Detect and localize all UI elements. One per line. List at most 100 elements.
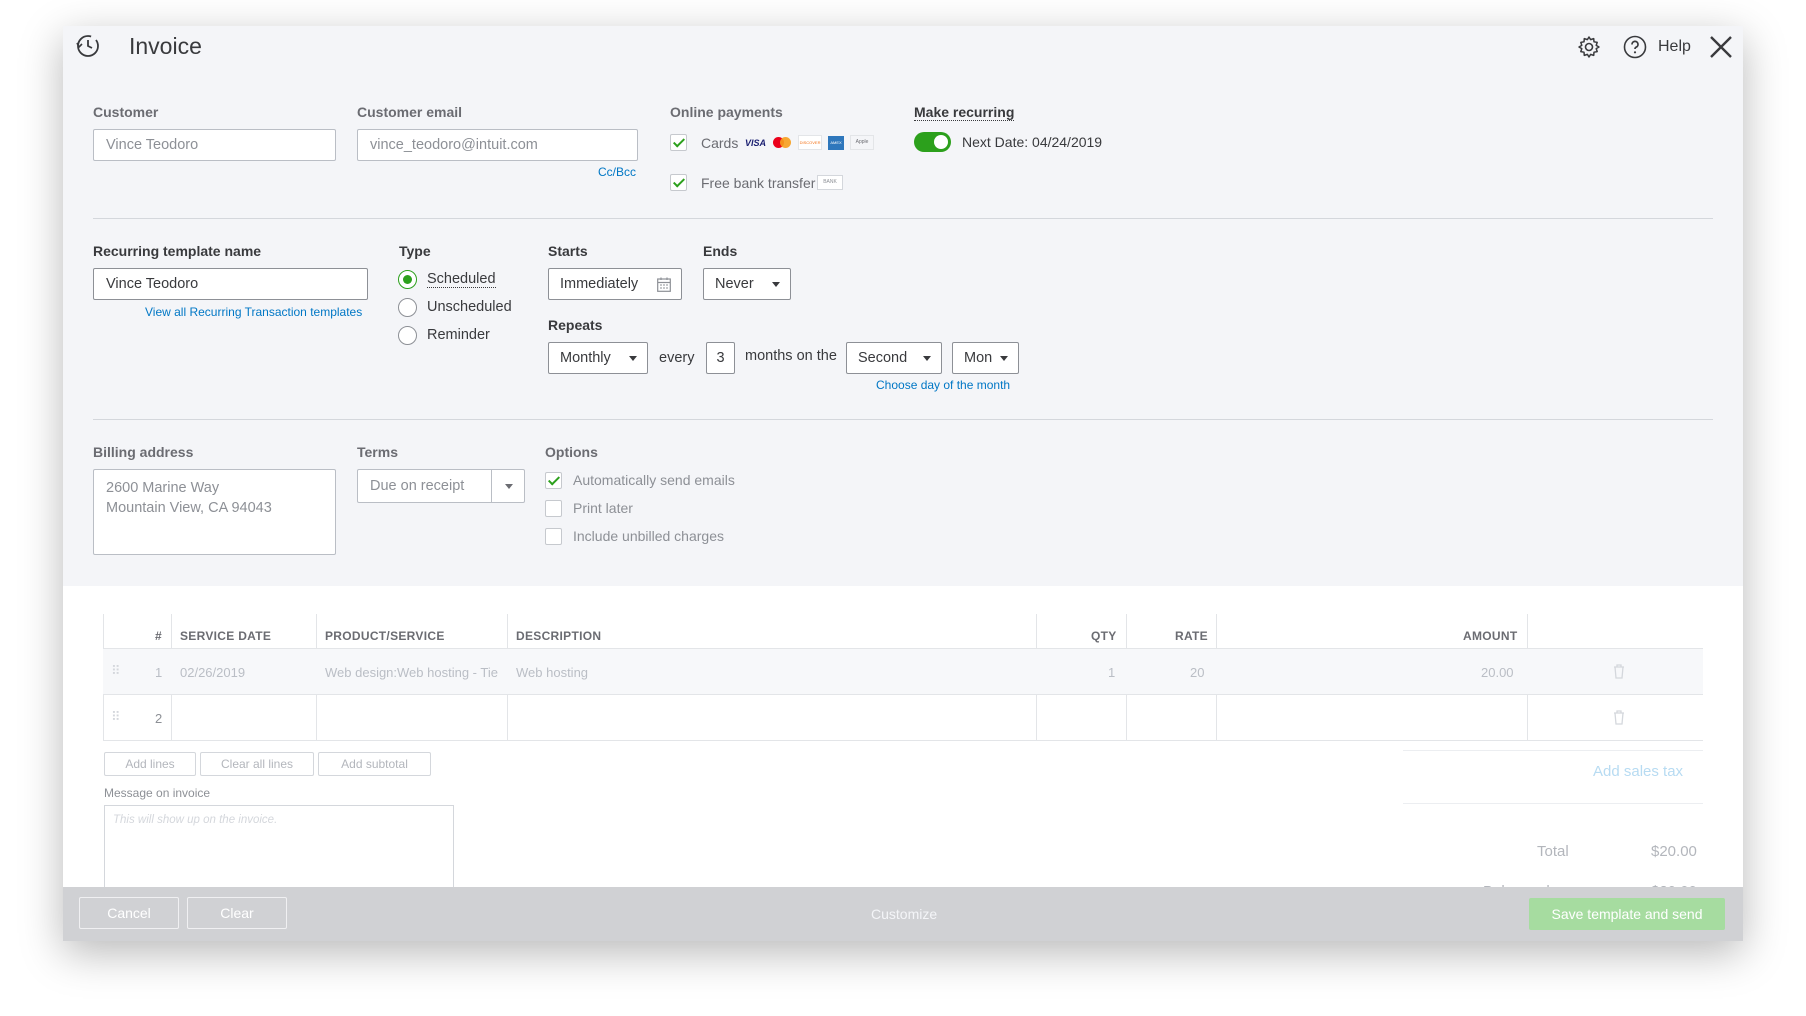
message-label: Message on invoice xyxy=(104,786,211,800)
bank-transfer-checkbox[interactable] xyxy=(670,174,687,191)
repeats-interval-value: 3 xyxy=(716,350,725,366)
make-recurring-label: Make recurring xyxy=(914,104,1015,121)
save-template-and-send-button[interactable]: Save template and send xyxy=(1529,898,1725,930)
template-name-input[interactable]: Vince Teodoro xyxy=(93,268,368,300)
row-1-qty[interactable]: 1 xyxy=(1108,665,1115,680)
row-1-description[interactable]: Web hosting xyxy=(516,665,588,680)
choose-day-of-month-link[interactable]: Choose day of the month xyxy=(876,378,1010,392)
bank-icon: BANK xyxy=(817,175,843,190)
customer-email-input[interactable]: vince_teodoro@intuit.com xyxy=(357,129,638,161)
col-description: DESCRIPTION xyxy=(516,629,602,643)
close-icon[interactable] xyxy=(1709,35,1733,59)
total-label: Total xyxy=(1537,843,1569,860)
type-unscheduled-label[interactable]: Unscheduled xyxy=(427,299,512,315)
visa-icon: VISA xyxy=(745,137,767,148)
include-unbilled-label: Include unbilled charges xyxy=(573,528,724,544)
customer-email-value: vince_teodoro@intuit.com xyxy=(370,137,538,153)
cc-bcc-link[interactable]: Cc/Bcc xyxy=(598,165,636,179)
type-scheduled-radio[interactable] xyxy=(398,270,417,289)
starts-date-input[interactable]: Immediately xyxy=(548,268,682,300)
footer-bar: Cancel Clear Customize Save template and… xyxy=(63,887,1743,941)
terms-dropdown[interactable]: Due on receipt xyxy=(357,469,525,503)
chevron-down-icon xyxy=(772,282,780,287)
type-reminder-radio[interactable] xyxy=(398,326,417,345)
page-title: Invoice xyxy=(129,33,202,59)
repeats-frequency-dropdown[interactable]: Monthly xyxy=(548,342,648,374)
row-2-number: 2 xyxy=(155,711,163,726)
repeats-day-dropdown[interactable]: Mon xyxy=(952,342,1019,374)
customer-email-label: Customer email xyxy=(357,104,463,120)
bank-transfer-label: Free bank transfer xyxy=(701,175,816,191)
type-scheduled-label[interactable]: Scheduled xyxy=(427,271,496,288)
billing-line-1: 2600 Marine Way xyxy=(106,480,220,496)
help-icon[interactable] xyxy=(1623,35,1647,59)
message-placeholder: This will show up on the invoice. xyxy=(113,814,278,826)
customer-input[interactable]: Vince Teodoro xyxy=(93,129,336,161)
chevron-down-icon xyxy=(505,484,513,489)
row-1-product[interactable]: Web design:Web hosting - Tie xyxy=(325,665,513,680)
card-logos: VISA DISCOVER AMEX Apple Pay xyxy=(745,135,875,150)
trash-icon[interactable] xyxy=(1613,710,1625,725)
drag-handle-icon[interactable]: ⠿ xyxy=(111,709,121,725)
repeats-week-dropdown[interactable]: Second xyxy=(846,342,942,374)
cancel-button[interactable]: Cancel xyxy=(79,897,179,929)
type-label: Type xyxy=(399,243,431,259)
drag-handle-icon[interactable]: ⠿ xyxy=(111,663,121,679)
chevron-down-icon xyxy=(923,356,931,361)
col-product-service: PRODUCT/SERVICE xyxy=(325,629,445,643)
repeats-interval-input[interactable]: 3 xyxy=(706,342,735,374)
repeats-frequency-value: Monthly xyxy=(560,350,611,366)
add-sales-tax-link[interactable]: Add sales tax xyxy=(1593,763,1683,780)
make-recurring-toggle[interactable] xyxy=(914,132,951,152)
cards-label: Cards xyxy=(701,135,739,151)
col-number: # xyxy=(155,629,162,643)
customer-label: Customer xyxy=(93,104,159,120)
billing-address-label: Billing address xyxy=(93,444,194,460)
every-text: every xyxy=(659,350,695,366)
add-lines-button[interactable]: Add lines xyxy=(104,752,196,776)
amex-icon: AMEX xyxy=(828,135,845,150)
billing-line-2: Mountain View, CA 94043 xyxy=(106,500,272,516)
gear-icon[interactable] xyxy=(1577,35,1601,59)
row-1-number: 1 xyxy=(155,665,163,680)
auto-send-emails-checkbox[interactable] xyxy=(545,472,562,489)
template-name-value: Vince Teodoro xyxy=(106,276,199,292)
print-later-checkbox[interactable] xyxy=(545,500,562,517)
online-payments-label: Online payments xyxy=(670,104,783,120)
next-date: Next Date: 04/24/2019 xyxy=(962,134,1103,150)
col-service-date: SERVICE DATE xyxy=(180,629,272,643)
help-link[interactable]: Help xyxy=(1658,38,1691,56)
clear-button[interactable]: Clear xyxy=(187,897,287,929)
customize-button[interactable]: Customize xyxy=(871,906,937,922)
apple-pay-icon: Apple Pay xyxy=(850,135,875,150)
divider xyxy=(93,218,1713,219)
trash-icon[interactable] xyxy=(1613,664,1625,679)
starts-value: Immediately xyxy=(560,276,639,292)
cards-checkbox[interactable] xyxy=(670,134,687,151)
repeats-week-value: Second xyxy=(858,350,908,366)
clear-all-lines-button[interactable]: Clear all lines xyxy=(200,752,314,776)
row-1-amount[interactable]: 20.00 xyxy=(1481,665,1514,680)
repeats-label: Repeats xyxy=(548,317,603,333)
add-subtotal-button[interactable]: Add subtotal xyxy=(318,752,431,776)
ends-value: Never xyxy=(715,276,754,292)
billing-address-input[interactable]: 2600 Marine Way Mountain View, CA 94043 xyxy=(93,469,336,555)
view-all-templates-link[interactable]: View all Recurring Transaction templates xyxy=(145,305,362,319)
chevron-down-icon xyxy=(1000,356,1008,361)
terms-label: Terms xyxy=(357,444,398,460)
col-rate: RATE xyxy=(1175,629,1208,643)
ends-dropdown[interactable]: Never xyxy=(703,268,791,300)
ends-label: Ends xyxy=(703,243,738,259)
type-unscheduled-radio[interactable] xyxy=(398,298,417,317)
recent-transactions-icon[interactable] xyxy=(75,33,101,59)
include-unbilled-checkbox[interactable] xyxy=(545,528,562,545)
row-1-date[interactable]: 02/26/2019 xyxy=(180,665,245,680)
template-name-label: Recurring template name xyxy=(93,243,262,259)
type-reminder-label[interactable]: Reminder xyxy=(427,327,490,343)
col-amount: AMOUNT xyxy=(1463,629,1518,643)
divider xyxy=(93,419,1713,420)
mastercard-icon xyxy=(772,136,792,149)
discover-icon: DISCOVER xyxy=(798,135,823,150)
row-1-rate[interactable]: 20 xyxy=(1190,665,1204,680)
calendar-icon[interactable] xyxy=(657,277,671,292)
